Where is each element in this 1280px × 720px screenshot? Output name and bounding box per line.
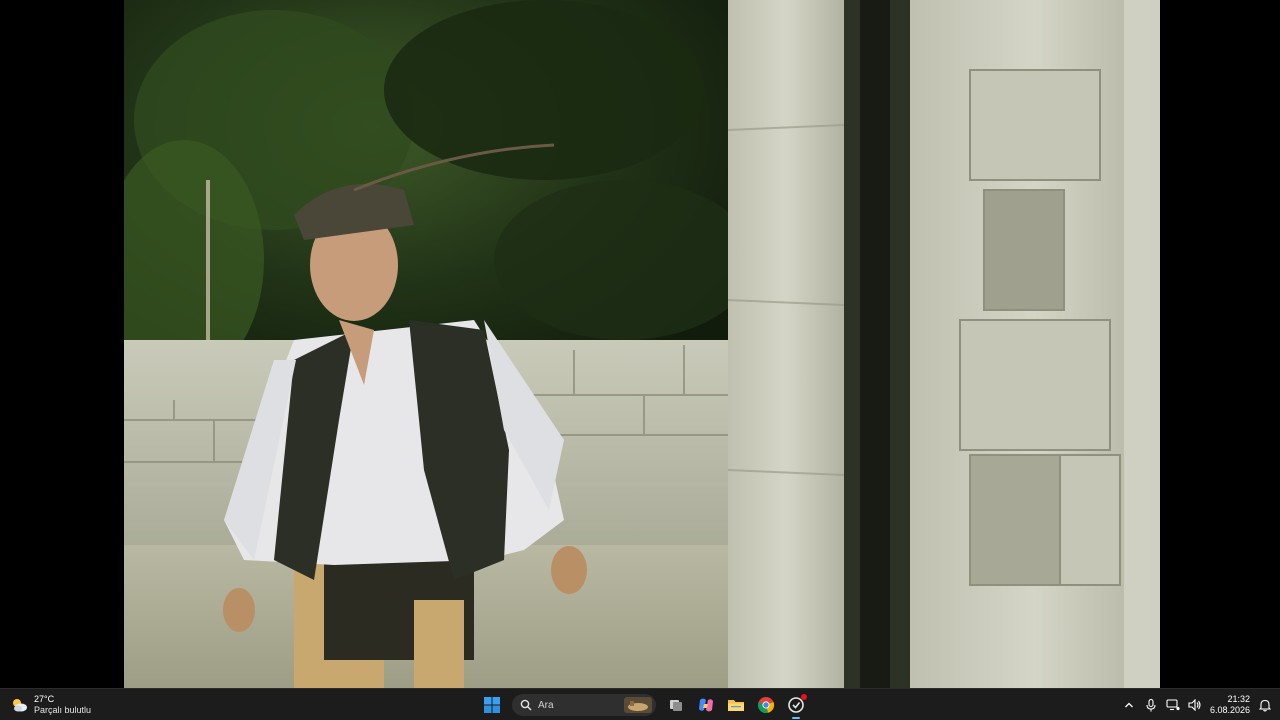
chrome-icon [757, 697, 775, 714]
partly-cloudy-icon [10, 696, 28, 714]
video-frame-image [124, 0, 1160, 688]
search-box[interactable]: Ara [512, 694, 656, 716]
taskbar: 27°C Parçalı bulutlu Ara 21:32 6.08.2026 [0, 688, 1280, 720]
video-player[interactable] [0, 0, 1280, 688]
task-view-button[interactable] [664, 693, 688, 717]
weather-widget[interactable]: 27°C Parçalı bulutlu [10, 693, 91, 717]
search-highlight-icon [624, 697, 652, 713]
copilot-icon [699, 698, 713, 712]
chevron-up-icon[interactable] [1122, 698, 1136, 712]
folder-icon [728, 700, 744, 711]
notification-bell-icon[interactable] [1258, 698, 1272, 712]
file-explorer-button[interactable] [724, 693, 748, 717]
microphone-icon[interactable] [1144, 698, 1158, 712]
windows-start-icon [484, 697, 500, 713]
active-indicator [792, 717, 800, 719]
copilot-button[interactable] [694, 693, 718, 717]
active-app-button[interactable] [784, 693, 808, 719]
taskbar-center: Ara [480, 692, 808, 719]
weather-text: 27°C Parçalı bulutlu [34, 694, 91, 716]
notification-badge [801, 694, 807, 700]
clock-date: 6.08.2026 [1209, 705, 1250, 715]
system-tray: 21:32 6.08.2026 [1122, 692, 1272, 718]
chrome-button[interactable] [754, 693, 778, 717]
search-placeholder: Ara [538, 699, 554, 711]
task-view-icon [670, 700, 682, 711]
weather-temperature: 27°C [34, 694, 55, 704]
volume-icon[interactable] [1188, 698, 1202, 712]
search-icon [520, 699, 532, 711]
weather-condition: Parçalı bulutlu [34, 705, 92, 715]
start-button[interactable] [480, 693, 504, 717]
clock-time: 21:32 [1227, 694, 1250, 704]
network-icon[interactable] [1166, 698, 1180, 712]
video-frame [124, 0, 1160, 688]
clock[interactable]: 21:32 6.08.2026 [1210, 694, 1250, 716]
